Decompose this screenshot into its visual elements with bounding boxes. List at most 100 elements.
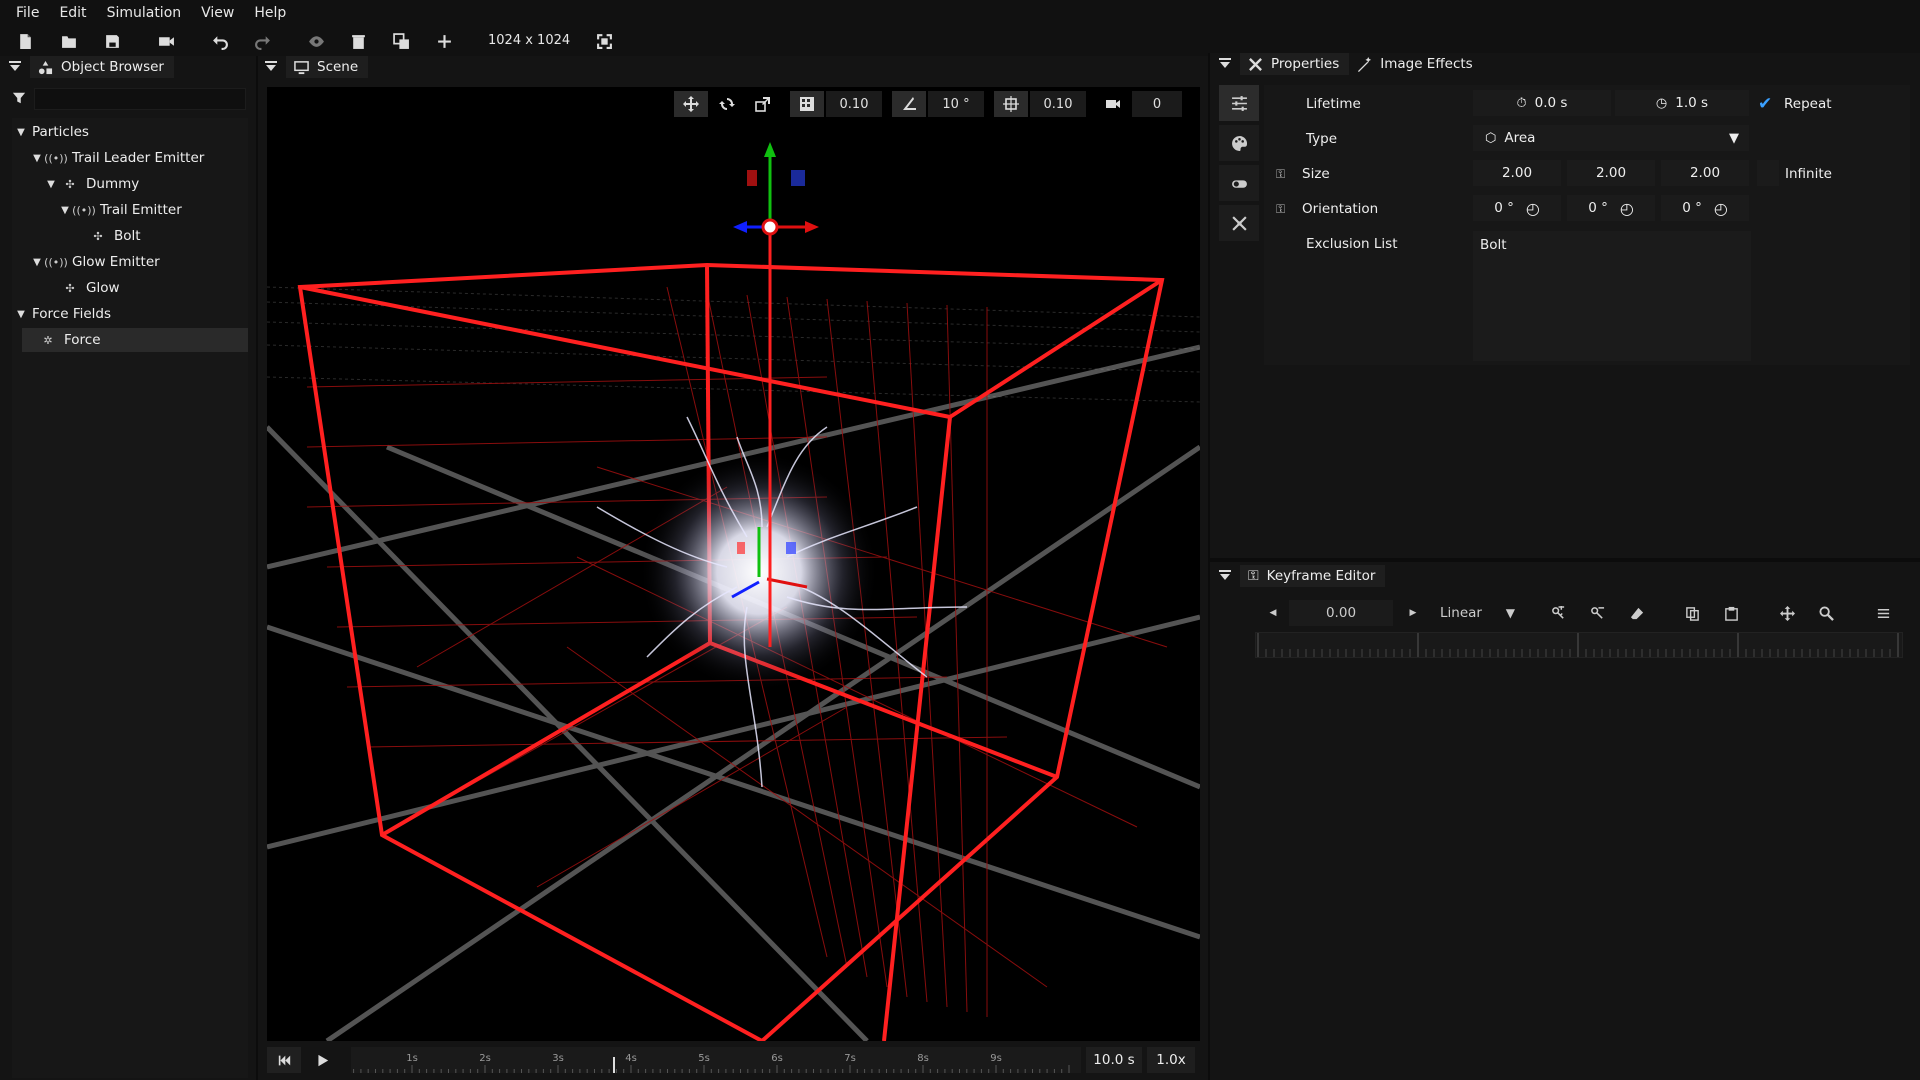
expand-arrow-icon[interactable]: ▼ (14, 127, 28, 138)
orientation-y-field[interactable]: 0 ° ◴ (1567, 195, 1655, 221)
collapse-panel-icon[interactable] (256, 56, 286, 78)
tab-properties[interactable]: Properties (1240, 53, 1350, 75)
key-icon[interactable]: ⚿ (1276, 167, 1302, 182)
size-x-field[interactable]: 2.00 (1473, 160, 1561, 186)
collapse-panel-icon[interactable] (1210, 53, 1240, 75)
menu-edit[interactable]: Edit (49, 0, 96, 26)
collapse-panel-icon[interactable] (1210, 565, 1240, 587)
orientation-x-field[interactable]: 0 ° ◴ (1473, 195, 1561, 221)
tree-item-force-fields[interactable]: ▼ Force Fields (14, 302, 240, 326)
expand-arrow-icon[interactable]: ▼ (30, 153, 44, 164)
panel-divider[interactable] (256, 56, 258, 1080)
tab-image-effects[interactable]: Image Effects (1349, 53, 1482, 75)
visibility-eye-icon[interactable] (304, 30, 328, 52)
copy-icon[interactable] (1676, 600, 1708, 626)
delete-trash-icon[interactable] (346, 30, 370, 52)
angle-snap-field[interactable]: 10 ° (928, 91, 984, 117)
eraser-icon[interactable] (1621, 600, 1653, 626)
main-toolbar: 1024 x 1024 (0, 26, 1920, 56)
new-file-icon[interactable] (13, 30, 37, 52)
render-resolution[interactable]: 1024 x 1024 (488, 31, 570, 51)
move-tool-icon[interactable] (674, 91, 708, 117)
dial-icon[interactable]: ◴ (1526, 199, 1540, 218)
camera-icon[interactable] (1096, 91, 1130, 117)
palette-icon[interactable] (1219, 125, 1259, 161)
panel-divider[interactable] (1210, 558, 1920, 562)
speed-field[interactable]: 1.0x (1147, 1047, 1195, 1073)
menu-file[interactable]: File (6, 0, 49, 26)
tree-item-dummy[interactable]: ▼ ✣ Dummy (44, 172, 270, 196)
panel-divider[interactable] (1208, 53, 1210, 1080)
duplicate-icon[interactable] (389, 30, 413, 52)
sliders-icon[interactable] (1219, 85, 1259, 121)
checkmark-icon[interactable]: ✔ (1758, 94, 1784, 114)
scale-snap-field[interactable]: 0.10 (1030, 91, 1086, 117)
paste-icon[interactable] (1715, 600, 1747, 626)
camera-index-field[interactable]: 0 (1132, 91, 1182, 117)
object-tree: ▼ Particles ▼ ((•)) Trail Leader Emitter ▼ ✣… (12, 118, 248, 1078)
repeat-checkbox[interactable]: ✔ Repeat (1758, 92, 1832, 116)
tree-item-particles[interactable]: ▼ Particles (14, 120, 240, 144)
menu-hamburger-icon[interactable] (1867, 600, 1899, 626)
remove-key-icon[interactable] (1581, 600, 1613, 626)
filter-input[interactable] (34, 88, 246, 110)
fit-view-icon[interactable] (592, 30, 616, 52)
expand-arrow-icon[interactable]: ▼ (30, 257, 44, 268)
keyframe-time-field[interactable]: 0.00 (1289, 600, 1393, 626)
scale-tool-icon[interactable] (746, 91, 780, 117)
exclusion-list[interactable]: Bolt (1473, 231, 1751, 361)
pan-icon[interactable] (1771, 600, 1803, 626)
add-plus-icon[interactable] (432, 30, 456, 52)
tab-scene[interactable]: Scene (286, 56, 369, 78)
redo-icon[interactable] (250, 30, 274, 52)
timeline-ruler[interactable]: 1s 2s 3s 4s 5s 6s 7s 8s 9s (351, 1047, 1081, 1073)
grid-snap-icon[interactable] (790, 91, 824, 117)
prev-key-icon[interactable]: ◀ (1257, 600, 1289, 626)
infinite-checkbox[interactable] (1757, 160, 1779, 186)
zoom-icon[interactable] (1810, 600, 1842, 626)
tree-item-glow-emitter[interactable]: ▼ ((•)) Glow Emitter (30, 250, 256, 274)
size-y-field[interactable]: 2.00 (1567, 160, 1655, 186)
open-folder-icon[interactable] (57, 30, 81, 52)
next-key-icon[interactable]: ▶ (1397, 600, 1429, 626)
expand-arrow-icon[interactable]: ▼ (58, 205, 72, 216)
tree-item-glow[interactable]: ✣ Glow (58, 276, 284, 300)
menu-simulation[interactable]: Simulation (97, 0, 192, 26)
tree-item-trail-emitter[interactable]: ▼ ((•)) Trail Emitter (58, 198, 284, 222)
tree-item-trail-leader-emitter[interactable]: ▼ ((•)) Trail Leader Emitter (30, 146, 256, 170)
duration-field[interactable]: 10.0 s (1086, 1047, 1142, 1073)
record-camera-icon[interactable] (154, 30, 178, 52)
dial-icon[interactable]: ◴ (1714, 199, 1728, 218)
expand-arrow-icon[interactable]: ▼ (14, 309, 28, 320)
keyframe-ruler[interactable] (1255, 632, 1903, 658)
menu-help[interactable]: Help (244, 0, 296, 26)
tree-item-force[interactable]: ✲ Force (22, 328, 248, 352)
toggle-icon[interactable] (1219, 165, 1259, 201)
key-icon[interactable]: ⚿ (1276, 202, 1302, 217)
grid-size-field[interactable]: 0.10 (826, 91, 882, 117)
size-z-field[interactable]: 2.00 (1661, 160, 1749, 186)
force-field-icon[interactable] (1219, 205, 1259, 241)
rewind-icon[interactable] (267, 1047, 301, 1073)
play-icon[interactable] (305, 1047, 339, 1073)
tab-keyframe-editor[interactable]: ⚿ Keyframe Editor (1240, 565, 1386, 587)
interpolation-dropdown[interactable]: Linear ▼ (1435, 600, 1519, 626)
add-key-icon[interactable] (1542, 600, 1574, 626)
rotate-tool-icon[interactable] (710, 91, 744, 117)
lifetime-end-field[interactable]: ◷ 1.0 s (1615, 90, 1749, 116)
save-icon[interactable] (100, 30, 124, 52)
menu-view[interactable]: View (191, 0, 244, 26)
tab-object-browser[interactable]: Object Browser (30, 56, 174, 78)
angle-snap-icon[interactable] (892, 91, 926, 117)
type-dropdown[interactable]: ⬡ Area ▼ (1473, 125, 1749, 151)
lifetime-start-field[interactable]: ⏱ 0.0 s (1473, 90, 1611, 116)
expand-arrow-icon[interactable]: ▼ (44, 179, 58, 190)
exclusion-item[interactable]: Bolt (1480, 237, 1507, 253)
orientation-z-field[interactable]: 0 ° ◴ (1661, 195, 1749, 221)
scene-viewport[interactable] (267, 87, 1200, 1041)
undo-icon[interactable] (208, 30, 232, 52)
dial-icon[interactable]: ◴ (1620, 199, 1634, 218)
collapse-panel-icon[interactable] (0, 56, 30, 78)
scale-snap-icon[interactable] (994, 91, 1028, 117)
timeline-playhead[interactable] (612, 1057, 615, 1073)
